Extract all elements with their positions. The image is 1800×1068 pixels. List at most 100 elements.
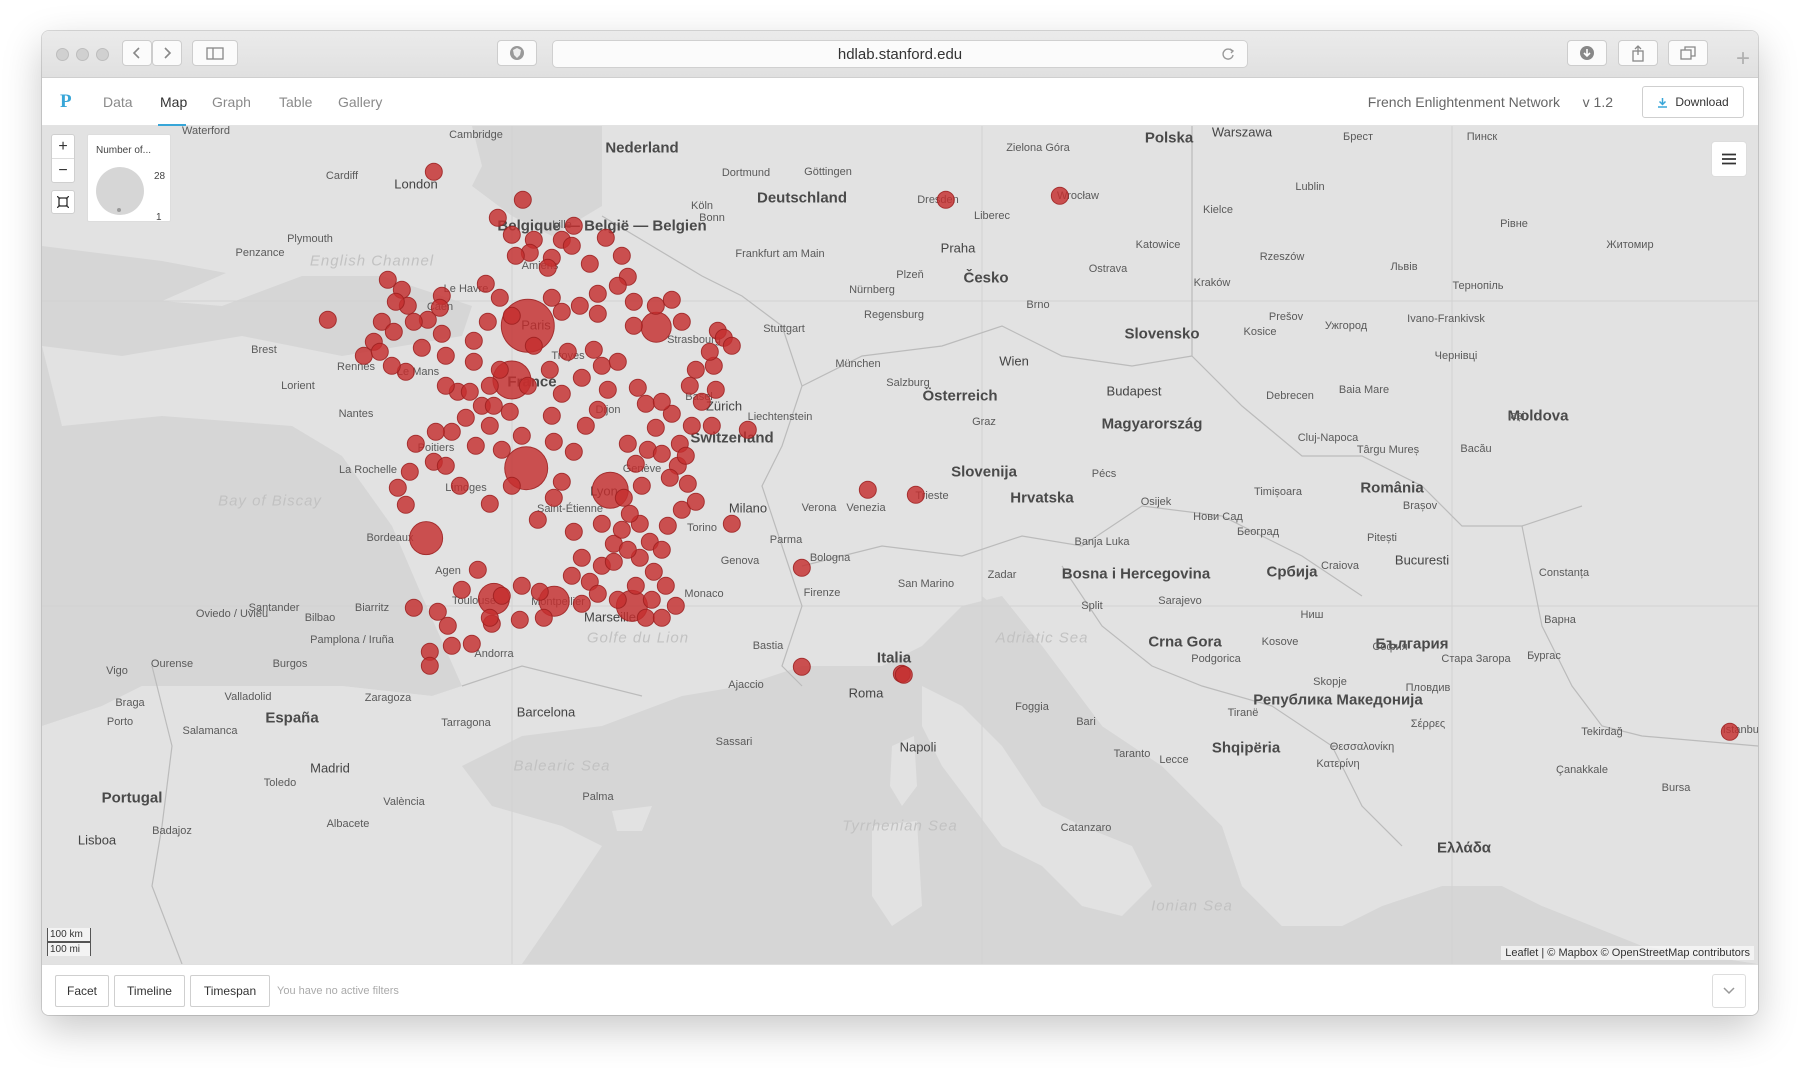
city-label: Liberec bbox=[973, 210, 1011, 222]
country-label: Hrvatska bbox=[1010, 489, 1074, 507]
chevron-left-icon bbox=[132, 47, 140, 59]
city-label: Ostrava bbox=[1088, 263, 1128, 275]
address-bar[interactable]: hdlab.stanford.edu bbox=[552, 40, 1248, 68]
download-circle-icon bbox=[1580, 46, 1594, 60]
city-label: Lorient bbox=[281, 380, 315, 392]
capital-label: Madrid bbox=[310, 760, 350, 776]
city-label: Plymouth bbox=[287, 233, 333, 245]
city-label: Porto bbox=[106, 716, 134, 728]
basemap bbox=[42, 126, 1758, 964]
city-label: Cambridge bbox=[449, 129, 503, 141]
app-logo[interactable]: P bbox=[60, 91, 72, 113]
city-label: Salzburg bbox=[886, 377, 930, 389]
city-label: Ужгород bbox=[1324, 320, 1368, 332]
country-label: Slovensko bbox=[1124, 325, 1200, 343]
city-label: Torino bbox=[687, 522, 717, 534]
city-label: Agen bbox=[435, 565, 461, 577]
new-tab-button[interactable]: + bbox=[1728, 41, 1758, 77]
privacy-button[interactable] bbox=[497, 40, 537, 66]
city-label: Ivano-Frankivsk bbox=[1407, 313, 1485, 325]
capital-label: Lisboa bbox=[77, 832, 117, 848]
country-label: Polska bbox=[1144, 129, 1194, 147]
city-label: Iași bbox=[1507, 410, 1525, 422]
city-label: Kosice bbox=[1243, 326, 1277, 338]
city-label: Andorra bbox=[474, 648, 514, 660]
city-label: Salamanca bbox=[182, 725, 238, 737]
sidebar-toggle-button[interactable] bbox=[192, 40, 238, 66]
city-label: Palma bbox=[582, 791, 614, 803]
tab-map[interactable]: Map bbox=[160, 94, 187, 110]
tab-data[interactable]: Data bbox=[103, 94, 133, 110]
zoom-out-button[interactable]: − bbox=[52, 158, 74, 182]
city-label: Nürnberg bbox=[849, 284, 895, 296]
fit-bounds-button[interactable] bbox=[51, 190, 75, 214]
legend-min-circle bbox=[117, 208, 121, 212]
country-label: Italia bbox=[876, 649, 912, 667]
city-label: Parma bbox=[769, 534, 803, 546]
city-label: Zadar bbox=[987, 569, 1017, 581]
city-label: La Rochelle bbox=[338, 464, 398, 476]
tabs-overview-button[interactable] bbox=[1668, 40, 1708, 66]
capital-label: Praha bbox=[940, 240, 976, 256]
city-label: Dortmund bbox=[721, 167, 771, 179]
layer-menu-button[interactable] bbox=[1712, 142, 1746, 176]
country-label: Deutschland bbox=[756, 189, 848, 207]
share-button[interactable] bbox=[1618, 40, 1658, 66]
tabs-icon bbox=[1680, 46, 1696, 60]
sidebar-icon bbox=[206, 46, 224, 60]
city-label: Venezia bbox=[846, 502, 886, 514]
downloads-button[interactable] bbox=[1567, 40, 1607, 66]
city-label: Варна bbox=[1544, 614, 1576, 626]
legend-max-value: 28 bbox=[154, 171, 166, 182]
back-button[interactable] bbox=[122, 40, 152, 66]
city-label: Pitești bbox=[1367, 532, 1397, 544]
map-attribution[interactable]: Leaflet | © Mapbox © OpenStreetMap contr… bbox=[1501, 946, 1754, 960]
minimize-window-button[interactable] bbox=[76, 48, 89, 61]
map-view[interactable]: Nederland Deutschland Polska Belgique — Bel… bbox=[42, 126, 1758, 964]
city-label: Пинск bbox=[1466, 131, 1498, 143]
download-icon bbox=[1658, 97, 1668, 108]
city-label: Köln bbox=[690, 200, 714, 212]
download-button[interactable]: Download bbox=[1642, 86, 1744, 118]
city-label: Katowice bbox=[1135, 239, 1181, 251]
zoom-control: + − bbox=[51, 134, 75, 183]
zoom-window-button[interactable] bbox=[96, 48, 109, 61]
reload-icon bbox=[1222, 48, 1235, 60]
city-label: Београд bbox=[1236, 526, 1280, 538]
tab-graph[interactable]: Graph bbox=[212, 94, 251, 110]
chevron-down-icon bbox=[1723, 987, 1735, 995]
hamburger-icon bbox=[1722, 153, 1736, 165]
tab-table[interactable]: Table bbox=[279, 94, 312, 110]
country-label: Crna Gora bbox=[1148, 633, 1222, 651]
facet-button[interactable]: Facet bbox=[55, 975, 109, 1007]
city-label: Κατερίνη bbox=[1316, 758, 1360, 770]
city-label: Sarajevo bbox=[1158, 595, 1202, 607]
timespan-button[interactable]: Timespan bbox=[190, 975, 270, 1007]
map-point-marker[interactable] bbox=[409, 521, 443, 555]
city-label: Tiranë bbox=[1227, 707, 1259, 719]
timeline-button[interactable]: Timeline bbox=[114, 975, 185, 1007]
collapse-filters-button[interactable] bbox=[1712, 974, 1746, 1008]
city-label: Plzeň bbox=[896, 269, 924, 281]
map-point-marker[interactable] bbox=[640, 311, 672, 343]
city-label: Cardiff bbox=[325, 170, 359, 182]
close-window-button[interactable] bbox=[56, 48, 69, 61]
city-label: Ниш bbox=[1300, 609, 1324, 621]
legend-min-value: 1 bbox=[156, 212, 162, 223]
city-label: Brașov bbox=[1402, 500, 1438, 512]
city-label: Bordeaux bbox=[366, 532, 414, 544]
city-label: Тернопіль bbox=[1452, 280, 1504, 292]
zoom-in-button[interactable]: + bbox=[52, 135, 74, 158]
city-label: Рівне bbox=[1500, 218, 1528, 230]
forward-button[interactable] bbox=[152, 40, 182, 66]
city-label: Catanzaro bbox=[1060, 822, 1112, 834]
country-label: Portugal bbox=[101, 789, 163, 807]
country-label: Nederland bbox=[605, 139, 679, 157]
tab-gallery[interactable]: Gallery bbox=[338, 94, 382, 110]
url-text: hdlab.stanford.edu bbox=[837, 45, 963, 63]
city-label: Split bbox=[1081, 600, 1103, 612]
city-label: Liechtenstein bbox=[747, 411, 813, 423]
scale-mi: 100 mi bbox=[47, 942, 91, 956]
city-label: Graz bbox=[972, 416, 996, 428]
project-title: French Enlightenment Network bbox=[1367, 94, 1560, 110]
